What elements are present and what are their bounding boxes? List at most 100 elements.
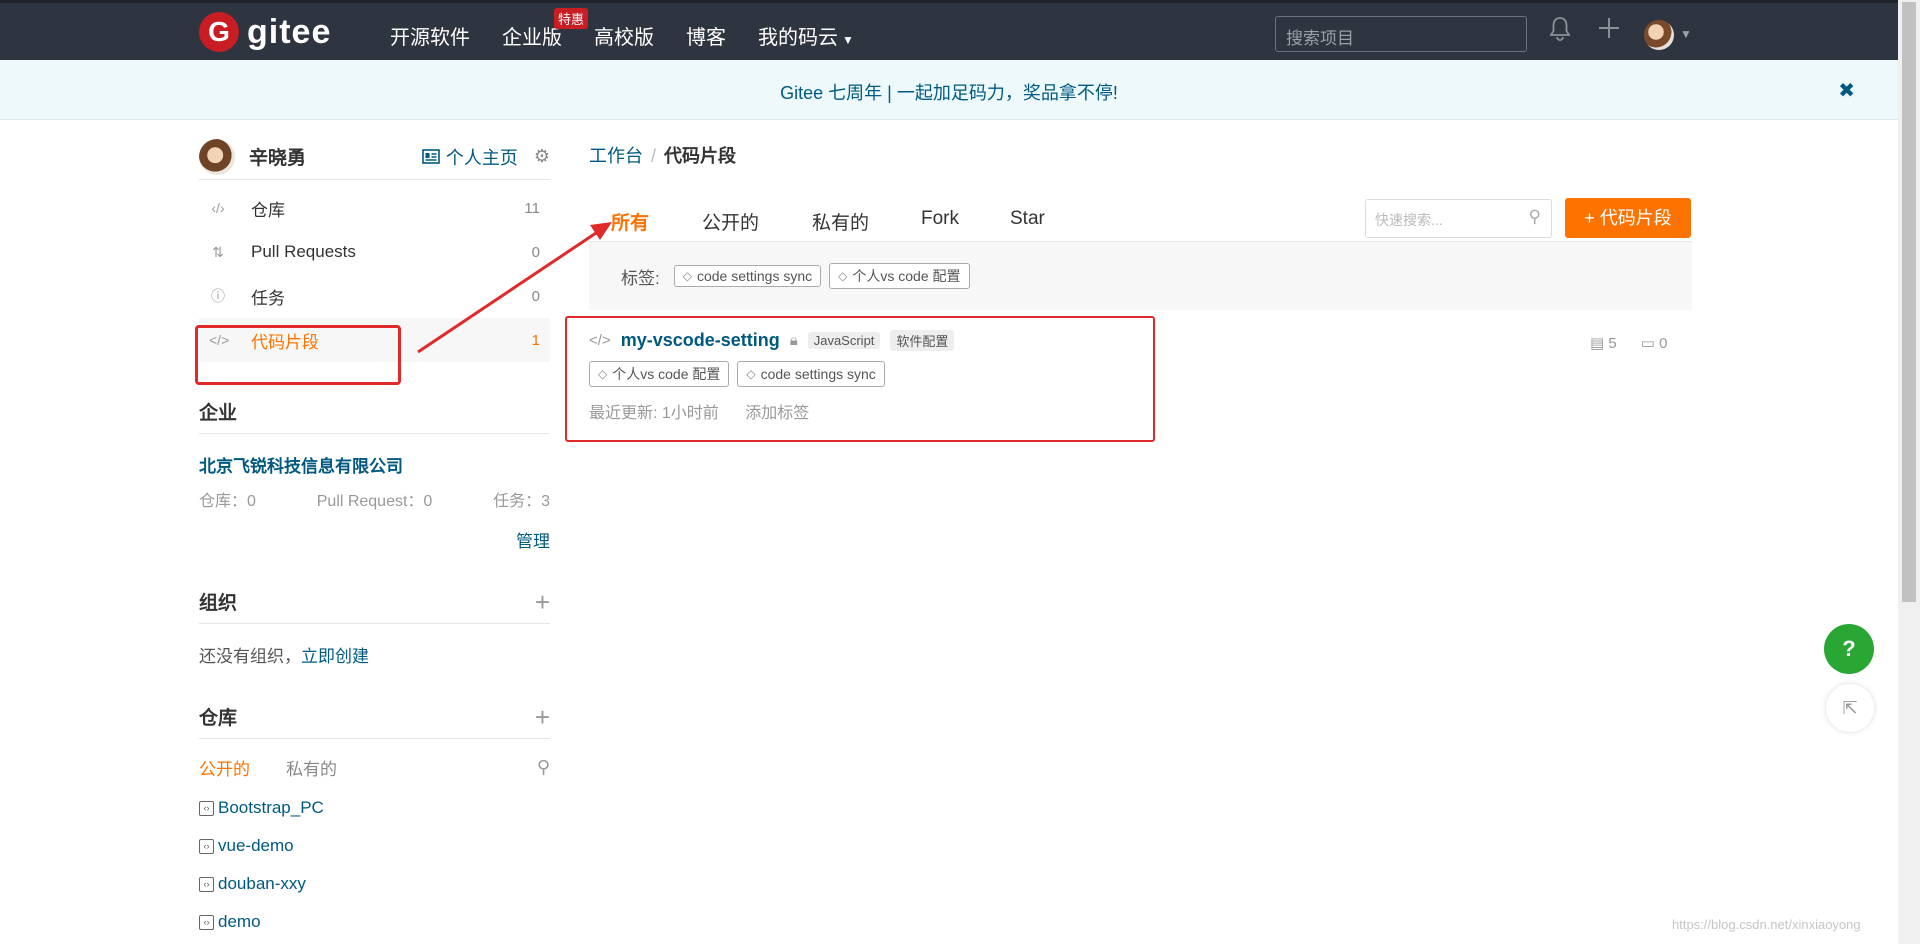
tab-private[interactable]: 私有的 [286, 755, 337, 780]
new-snippet-button[interactable]: + 代码片段 [1565, 198, 1691, 238]
sidebar-item-count: 11 [524, 199, 540, 217]
add-repo-plus-icon[interactable]: + [535, 704, 550, 730]
tag-filter-label: 标签: [621, 268, 660, 288]
tab-star[interactable]: Star [1010, 208, 1045, 230]
nav-open-source[interactable]: 开源软件 [390, 21, 470, 50]
repo-name: douban-xxy [218, 874, 306, 893]
comment-icon: ▭ [1640, 335, 1655, 352]
comment-count-value: 0 [1659, 335, 1668, 352]
enterprise-manage-link[interactable]: 管理 [199, 527, 550, 552]
file-count: ▤ 5 [1590, 334, 1617, 352]
sidebar-item-tasks[interactable]: ⓘ 任务 0 [199, 274, 550, 318]
tab-all[interactable]: 所有 [589, 208, 672, 246]
quick-search-input[interactable]: 快速搜索... ⚲ [1365, 199, 1552, 238]
scrollbar-thumb[interactable] [1902, 2, 1916, 602]
repo-title: 仓库 [199, 708, 238, 729]
sidebar-item-repos[interactable]: ‹/› 仓库 11 [199, 186, 550, 230]
bell-icon[interactable] [1549, 16, 1571, 49]
repo-name: vue-demo [218, 836, 294, 855]
enterprise-repos: 仓库：0 [199, 493, 256, 510]
user-name[interactable]: 辛晓勇 [249, 143, 306, 170]
gear-icon[interactable]: ⚙ [534, 146, 550, 167]
code-icon: </> [589, 332, 611, 349]
plus-icon[interactable] [1597, 16, 1621, 47]
profile-card-icon [422, 149, 440, 164]
comment-count: ▭ 0 [1641, 334, 1668, 352]
user-avatar[interactable] [1644, 20, 1674, 50]
help-button[interactable]: ? [1824, 624, 1874, 674]
breadcrumb-workbench[interactable]: 工作台 [589, 146, 643, 166]
tag-text: 个人vs code 配置 [612, 366, 721, 382]
pull-request-icon: ⇅ [212, 243, 224, 260]
gitee-logo-mark: G [199, 12, 239, 52]
repo-item[interactable]: ‹› Bootstrap_PC [199, 798, 550, 818]
project-search-input[interactable]: 搜索项目 [1275, 16, 1527, 52]
promo-badge: 特惠 [554, 8, 589, 29]
category-badge[interactable]: 软件配置 [890, 330, 955, 351]
snippet-updated: 最近更新: 1小时前 [589, 405, 719, 422]
nav-my-gitee-label: 我的码云 [758, 27, 838, 49]
user-row: 辛晓勇 个人主页 ⚙ [199, 138, 550, 180]
tab-public[interactable]: 公开的 [199, 755, 250, 780]
anniversary-notice: Gitee 七周年 | 一起加足码力，奖品拿不停! ✖ [0, 60, 1898, 120]
snippet-tag[interactable]: ◇ code settings sync [737, 361, 885, 387]
tag-icon: ◇ [598, 367, 608, 381]
enterprise-stats: 仓库：0 Pull Request：0 任务：3 [199, 487, 550, 511]
org-section-title: 组织 + [199, 588, 550, 624]
breadcrumb-current: 代码片段 [664, 146, 737, 166]
nav-university[interactable]: 高校版 [594, 21, 654, 50]
tag-filter-item[interactable]: ◇ code settings sync [673, 265, 822, 287]
repo-item[interactable]: ‹› demo [199, 912, 550, 932]
repo-item[interactable]: ‹› douban-xxy [199, 874, 550, 894]
snippet-tag[interactable]: ◇ 个人vs code 配置 [589, 361, 730, 387]
sidebar: 辛晓勇 个人主页 ⚙ ‹/› 仓库 11 ⇅ Pull Requests 0 ⓘ… [199, 138, 550, 932]
nav-my-gitee[interactable]: 我的码云 ▼ [758, 21, 854, 50]
nav-blog[interactable]: 博客 [686, 21, 726, 50]
sidebar-item-label: 仓库 [251, 200, 285, 220]
add-tag-link[interactable]: 添加标签 [745, 405, 809, 422]
issue-icon: ⓘ [211, 288, 225, 304]
share-icon[interactable]: ⇱ [1826, 684, 1874, 732]
chevron-down-icon[interactable]: ▼ [1680, 27, 1692, 41]
enterprise-prs: Pull Request：0 [316, 493, 433, 510]
add-org-plus-icon[interactable]: + [535, 589, 550, 615]
gitee-logo[interactable]: G gitee [199, 12, 331, 52]
enterprise-name[interactable]: 北京飞锐科技信息有限公司 [199, 452, 550, 477]
enterprise-tasks: 任务：3 [493, 493, 550, 510]
avatar[interactable] [199, 138, 235, 175]
tag-text: code settings sync [760, 366, 876, 382]
tag-filter-bar: 标签: ◇ code settings sync ◇ 个人vs code 配置 [589, 242, 1692, 310]
snippet-title-row: </> my-vscode-setting 🔒︎ JavaScript 软件配置 [589, 330, 1131, 351]
create-org-link[interactable]: 立即创建 [301, 647, 369, 666]
breadcrumb: 工作台 / 代码片段 [589, 142, 1692, 168]
enterprise-title: 企业 [199, 403, 238, 424]
code-file-icon: ‹› [199, 914, 214, 930]
file-icon: ▤ [1590, 335, 1605, 352]
repo-item[interactable]: ‹› vue-demo [199, 836, 550, 856]
chevron-down-icon: ▼ [842, 33, 854, 47]
notice-text[interactable]: Gitee 七周年 | 一起加足码力，奖品拿不停! [780, 83, 1118, 103]
tab-fork[interactable]: Fork [921, 208, 959, 230]
lock-icon: 🔒︎ [789, 332, 798, 349]
search-icon[interactable]: ⚲ [537, 757, 550, 778]
repo-tabs: 公开的 私有的 ⚲ [199, 755, 550, 780]
tag-filter-item[interactable]: ◇ 个人vs code 配置 [829, 263, 970, 289]
search-icon[interactable]: ⚲ [1529, 207, 1541, 227]
snippet-name[interactable]: my-vscode-setting [621, 330, 780, 351]
tag-text: code settings sync [696, 268, 813, 284]
repo-section-title: 仓库 + [199, 703, 550, 739]
sidebar-item-count: 0 [531, 287, 540, 305]
nav-enterprise[interactable]: 企业版 特惠 [502, 8, 589, 50]
org-empty-text: 还没有组织， [199, 647, 301, 666]
personal-home-link[interactable]: 个人主页 [422, 144, 518, 170]
sidebar-item-pull-requests[interactable]: ⇅ Pull Requests 0 [199, 230, 550, 274]
tag-icon: ◇ [838, 269, 848, 283]
scrollbar[interactable] [1898, 0, 1920, 944]
highlight-box [195, 325, 401, 385]
close-icon[interactable]: ✖ [1838, 78, 1855, 103]
tab-private[interactable]: 私有的 [812, 208, 869, 235]
repo-name: Bootstrap_PC [218, 798, 324, 817]
tab-public[interactable]: 公开的 [702, 208, 759, 235]
language-badge[interactable]: JavaScript [807, 332, 881, 349]
snippet-tags: ◇ 个人vs code 配置 ◇ code settings sync [589, 361, 1131, 387]
